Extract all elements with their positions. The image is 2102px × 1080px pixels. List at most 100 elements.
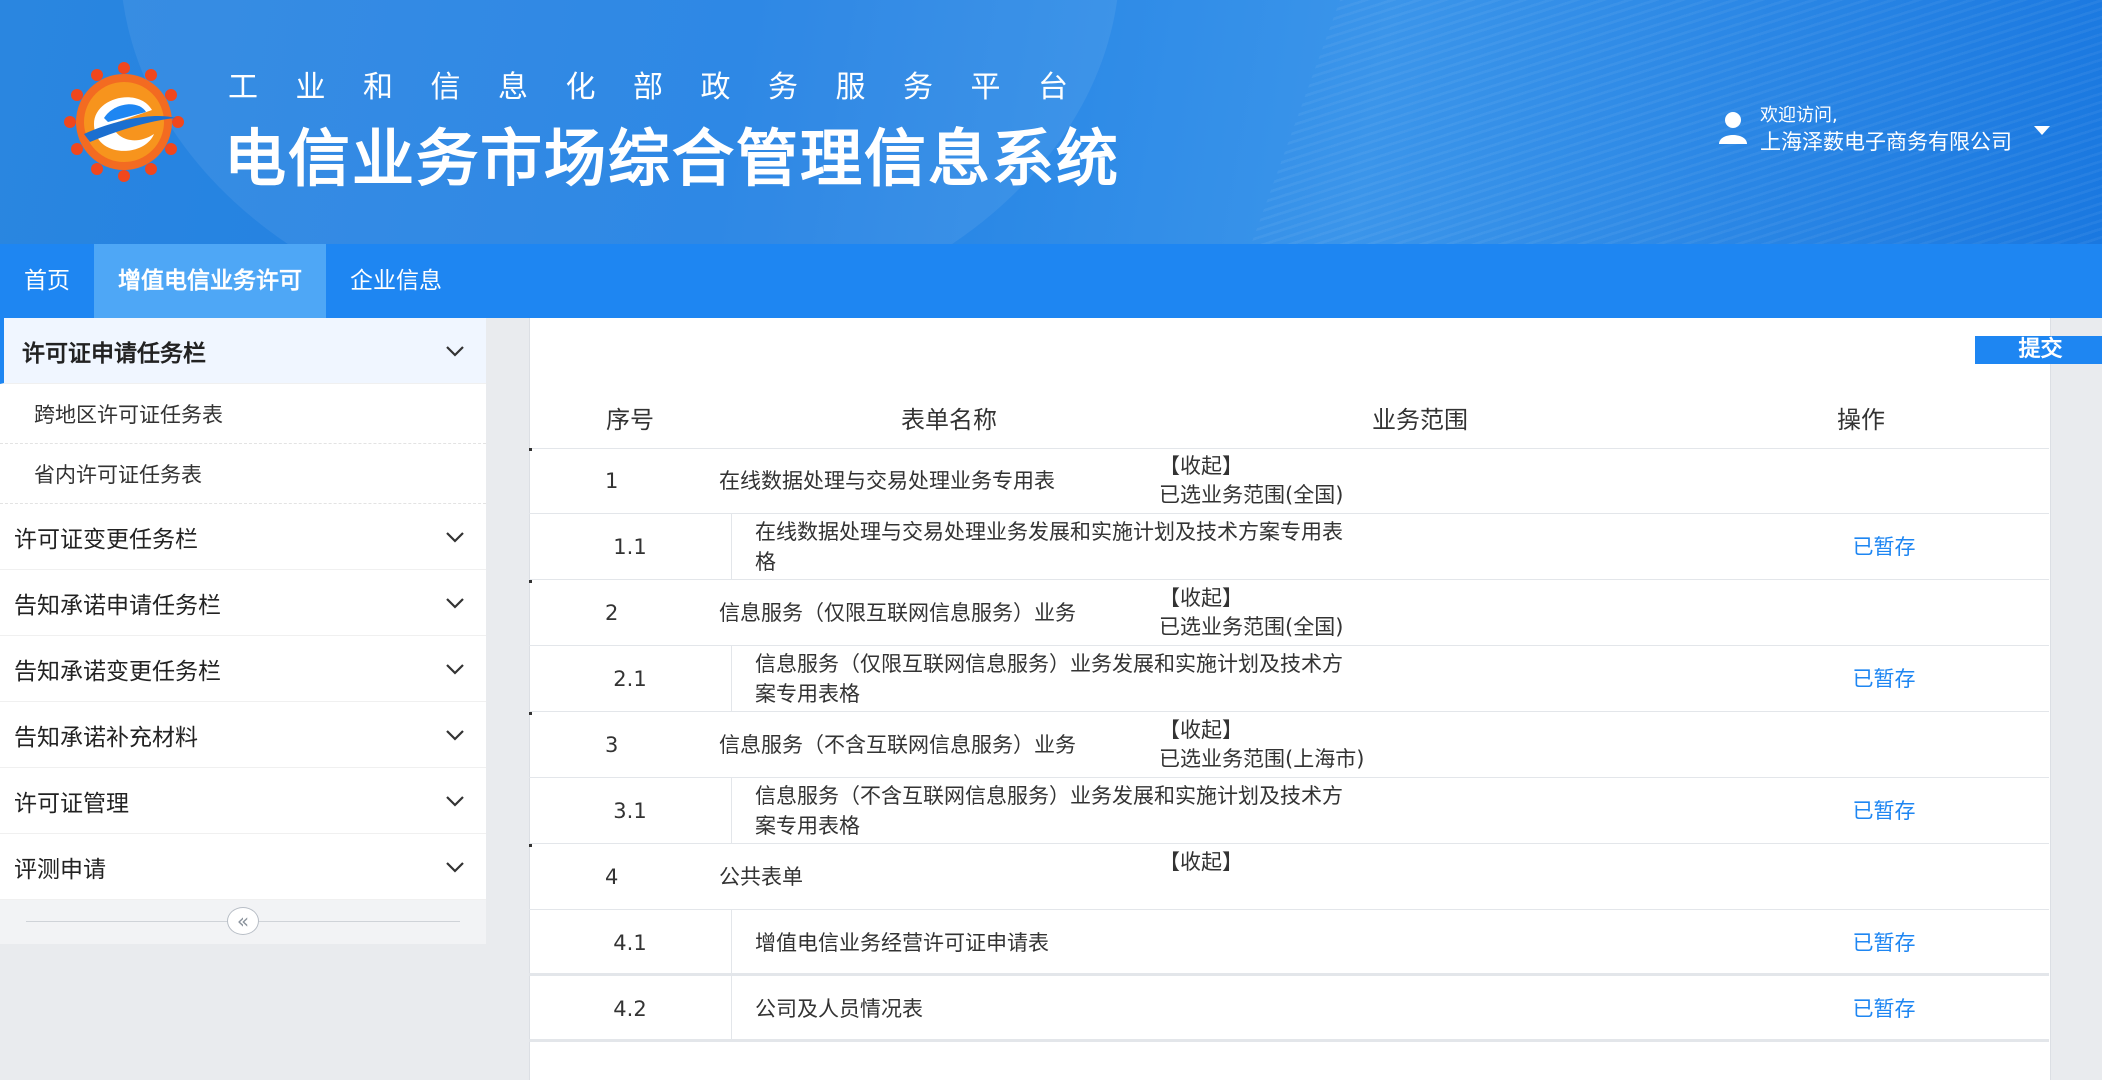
saved-status-link[interactable]: 已暂存 [1824,646,1944,712]
column-header-form-name: 表单名称 [901,405,997,434]
sidebar-group-label: 告知承诺申请任务栏 [14,592,221,619]
cell-divider [731,646,732,712]
row-number: 3 [605,733,619,757]
submit-button[interactable]: 提交 [1975,336,2102,364]
sidebar-item-cross-region-license[interactable]: 跨地区许可证任务表 [0,384,486,444]
form-name: 信息服务（仅限互联网信息服务）业务 [719,601,1076,625]
sidebar-group-license-change[interactable]: 许可证变更任务栏 [0,504,486,570]
saved-status-link[interactable]: 已暂存 [1824,514,1944,580]
row-number: 3.1 [613,799,647,823]
top-nav: 首页 增值电信业务许可 企业信息 [0,244,2102,318]
main-content: 提交 序号 表单名称 业务范围 操作 1 在线数据处理与交易处理业务专用表 【收… [486,318,2102,1080]
scope-cell: 【收起】 已选业务范围(全国) [1159,584,1343,642]
form-name-link[interactable]: 在线数据处理与交易处理业务发展和实施计划及技术方案专用表格 [755,514,1355,580]
collapse-sidebar-button[interactable]: « [227,907,259,935]
selected-scope: 已选业务范围(上海市) [1159,747,1365,771]
form-name: 公共表单 [719,865,803,889]
cell-divider [731,910,732,976]
saved-status-link[interactable]: 已暂存 [1824,910,1944,976]
form-name-link[interactable]: 公司及人员情况表 [755,976,1355,1042]
chevron-down-icon [446,597,464,609]
cell-divider [731,514,732,580]
table-row: 4.1 增值电信业务经营许可证申请表 已暂存 [529,910,2049,976]
table-row: 3 信息服务（不含互联网信息服务）业务 【收起】 已选业务范围(上海市) [529,712,2049,778]
miit-logo-icon [64,62,184,182]
sidebar-group-label: 告知承诺补充材料 [14,724,198,751]
collapse-link[interactable]: 【收起】 [1159,452,1343,481]
header-banner: 工业 和信 息化 部政 务服 务平 台 电信业务市场综合管理信息系统 欢迎访问,… [0,0,2102,244]
sidebar-group-notice-change[interactable]: 告知承诺变更任务栏 [0,636,486,702]
row-marker [529,712,532,715]
row-marker [529,448,532,451]
form-table-body: 1 在线数据处理与交易处理业务专用表 【收起】 已选业务范围(全国) 1.1 在… [529,448,2049,1042]
table-row: 1 在线数据处理与交易处理业务专用表 【收起】 已选业务范围(全国) [529,448,2049,514]
saved-status-link[interactable]: 已暂存 [1824,976,1944,1042]
table-row: 2 信息服务（仅限互联网信息服务）业务 【收起】 已选业务范围(全国) [529,580,2049,646]
chevron-down-icon [446,861,464,873]
sidebar-group-evaluation[interactable]: 评测申请 [0,834,486,900]
column-header-action: 操作 [1837,405,1885,434]
row-number: 1 [605,469,619,493]
form-name: 信息服务（不含互联网信息服务）业务 [719,733,1076,757]
form-name-link[interactable]: 增值电信业务经营许可证申请表 [755,910,1355,976]
table-row: 4.2 公司及人员情况表 已暂存 [529,976,2049,1042]
scope-cell: 【收起】 已选业务范围(全国) [1159,452,1343,510]
nav-company-info[interactable]: 企业信息 [326,244,466,318]
sidebar-menu: 许可证申请任务栏 跨地区许可证任务表 省内许可证任务表 许可证变更任务栏 告知承… [0,318,486,944]
row-marker [529,844,532,847]
sidebar-group-label: 评测申请 [14,856,106,883]
row-number: 4.2 [613,997,647,1021]
user-info: 欢迎访问, 上海泽薮电子商务有限公司 [1760,104,2012,156]
form-name-link[interactable]: 信息服务（不含互联网信息服务）业务发展和实施计划及技术方案专用表格 [755,778,1355,844]
collapse-link[interactable]: 【收起】 [1159,848,1243,877]
column-header-no: 序号 [606,405,654,434]
row-number: 4.1 [613,931,647,955]
nav-home[interactable]: 首页 [0,244,94,318]
sidebar-item-provincial-license[interactable]: 省内许可证任务表 [0,444,486,504]
nav-vas-license[interactable]: 增值电信业务许可 [94,244,326,318]
user-menu[interactable]: 欢迎访问, 上海泽薮电子商务有限公司 [1718,104,2050,156]
table-row: 4 公共表单 【收起】 [529,844,2049,910]
chevron-down-icon [446,729,464,741]
sidebar-group-notice-application[interactable]: 告知承诺申请任务栏 [0,570,486,636]
scope-cell: 【收起】 [1159,848,1243,877]
collapse-link[interactable]: 【收起】 [1159,716,1364,745]
saved-status-link[interactable]: 已暂存 [1824,778,1944,844]
collapse-link[interactable]: 【收起】 [1159,584,1343,613]
chevron-down-icon [446,531,464,543]
form-name: 在线数据处理与交易处理业务专用表 [719,469,1055,493]
cell-divider [731,976,732,1042]
table-row: 3.1 信息服务（不含互联网信息服务）业务发展和实施计划及技术方案专用表格 已暂… [529,778,2049,844]
column-header-scope: 业务范围 [1372,405,1468,434]
sidebar-group-label: 许可证管理 [14,790,129,817]
system-title: 电信业务市场综合管理信息系统 [224,122,1121,195]
table-row: 2.1 信息服务（仅限互联网信息服务）业务发展和实施计划及技术方案专用表格 已暂… [529,646,2049,712]
selected-scope: 已选业务范围(全国) [1159,483,1344,507]
user-icon [1719,112,1747,144]
sidebar-group-label: 告知承诺变更任务栏 [14,658,221,685]
scope-cell: 【收起】 已选业务范围(上海市) [1159,716,1364,774]
sidebar: 许可证申请任务栏 跨地区许可证任务表 省内许可证任务表 许可证变更任务栏 告知承… [0,318,486,1080]
row-number: 1.1 [613,535,647,559]
form-name-link[interactable]: 信息服务（仅限互联网信息服务）业务发展和实施计划及技术方案专用表格 [755,646,1355,712]
selected-scope: 已选业务范围(全国) [1159,615,1344,639]
ministry-subtitle: 工业 和信 息化 部政 务服 务平 台 [228,70,1068,105]
row-number: 4 [605,865,619,889]
chevron-down-icon [446,345,464,357]
sidebar-group-notice-supplement[interactable]: 告知承诺补充材料 [0,702,486,768]
row-marker [529,580,532,583]
caret-down-icon[interactable] [2034,126,2050,135]
welcome-text: 欢迎访问, [1760,105,1838,126]
company-name: 上海泽薮电子商务有限公司 [1760,130,2012,154]
sidebar-group-label: 许可证申请任务栏 [22,340,206,367]
row-number: 2.1 [613,667,647,691]
sidebar-group-license-application[interactable]: 许可证申请任务栏 [0,318,486,384]
sidebar-collapse-bar: « [0,900,486,944]
chevron-down-icon [446,795,464,807]
sidebar-group-license-management[interactable]: 许可证管理 [0,768,486,834]
row-number: 2 [605,601,619,625]
table-header: 序号 表单名称 业务范围 操作 [529,386,2049,449]
cell-divider [731,778,732,844]
table-row: 1.1 在线数据处理与交易处理业务发展和实施计划及技术方案专用表格 已暂存 [529,514,2049,580]
sidebar-group-label: 许可证变更任务栏 [14,526,198,553]
